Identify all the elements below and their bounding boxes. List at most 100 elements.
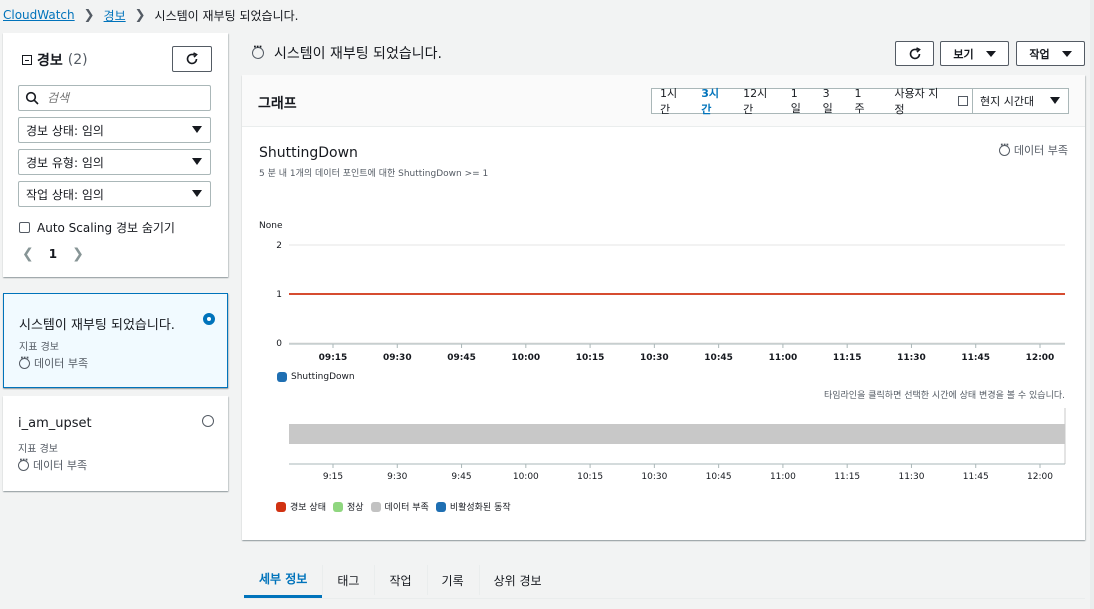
alarm-state-label: 데이터 부족 [33, 459, 88, 472]
insufficient-data-icon [19, 353, 30, 369]
series-legend[interactable]: ShuttingDown [277, 372, 355, 382]
timeline-tick-label: 10:15 [577, 472, 603, 482]
caret-down-icon [192, 190, 202, 197]
tab-details[interactable]: 세부 정보 [244, 562, 323, 598]
alarm-type: 지표 경보 [19, 342, 59, 353]
legend-alarm: 경보 상태 [276, 500, 326, 513]
page-title-text: 시스템이 재부팅 되었습니다. [274, 46, 442, 62]
x-tick-label: 11:30 [897, 353, 926, 363]
series-legend-label: ShuttingDown [291, 372, 355, 382]
status-legend: 경보 상태 정상 데이터 부족 비활성화된 동작 [276, 500, 518, 513]
legend-ok-label: 정상 [346, 503, 364, 513]
timeline-tick-label: 10:00 [513, 472, 539, 482]
legend-disabled-label: 비활성화된 동작 [449, 503, 511, 513]
x-tick-label: 09:30 [383, 353, 412, 363]
timeline-hint: 타임라인을 클릭하면 선택한 시간에 상태 변경을 볼 수 있습니다. [823, 391, 1065, 401]
refresh-button[interactable] [172, 46, 212, 72]
alarm-type-filter[interactable]: 경보 유형: 임의 [18, 149, 211, 175]
x-tick-label: 12:00 [1026, 353, 1055, 363]
breadcrumb-cloudwatch-link[interactable]: CloudWatch [3, 8, 75, 22]
alarm-filter-panel: 경보 (2) 경보 상태: 임의 경보 유형: 임의 작업 상태: 임의 Aut… [3, 33, 228, 277]
x-tick-label: 11:45 [961, 353, 990, 363]
action-state-filter-value: 작업 상태: 임의 [26, 187, 104, 202]
alarm-state-label: 데이터 부족 [34, 357, 89, 370]
chevron-left-icon[interactable]: ❮ [22, 246, 34, 262]
x-tick-label: 10:30 [640, 353, 669, 363]
alarm-name: i_am_upset [18, 416, 92, 431]
legend-ok: 정상 [332, 500, 364, 513]
search-icon [25, 91, 39, 105]
alarm-state: 데이터 부족 [19, 353, 89, 371]
pagination: ❮ 1 ❯ [22, 246, 84, 262]
page-scrollbar[interactable] [1090, 0, 1094, 609]
timeline-insufficient-band [289, 424, 1065, 444]
x-tick-label: 09:15 [319, 353, 348, 363]
timeline-tick-label: 10:45 [706, 472, 732, 482]
tab-actions[interactable]: 작업 [374, 562, 426, 598]
timeline-tick-label: 11:00 [770, 472, 796, 482]
detail-tabs: 세부 정보 태그 작업 기록 상위 경보 [244, 562, 1085, 599]
hide-autoscaling-checkbox[interactable]: Auto Scaling 경보 숨기기 [19, 219, 175, 236]
timeline-tick-label: 10:30 [641, 472, 667, 482]
refresh-button[interactable] [895, 41, 934, 66]
tab-history[interactable]: 기록 [426, 562, 479, 598]
caret-down-icon [985, 50, 996, 57]
timeline-tick-label: 11:15 [834, 472, 860, 482]
tab-tags[interactable]: 태그 [322, 562, 374, 598]
breadcrumb: CloudWatch ❯ 경보 ❯ 시스템이 재부팅 되었습니다. [0, 0, 1094, 30]
search-input[interactable] [47, 91, 197, 105]
legend-insufficient-label: 데이터 부족 [384, 503, 429, 513]
legend-disabled: 비활성화된 동작 [435, 500, 511, 513]
alarm-list-header[interactable]: 경보 (2) [22, 50, 88, 70]
alarm-state-filter[interactable]: 경보 상태: 임의 [18, 117, 211, 143]
timeline-tick-label: 9:45 [451, 472, 471, 482]
caret-down-icon [1061, 50, 1072, 57]
x-tick-label: 11:00 [769, 353, 798, 363]
breadcrumb-alarms-link[interactable]: 경보 [104, 7, 126, 24]
disabled-swatch [435, 501, 446, 512]
alarm-state-filter-value: 경보 상태: 임의 [26, 123, 104, 138]
metric-chart[interactable]: None 2 1 0 09:15 09:30 09:45 10:00 10:15 10:30 10:… [242, 75, 1085, 540]
alarm-name: 시스템이 재부팅 되었습니다. [19, 318, 175, 333]
page-title: 시스템이 재부팅 되었습니다. [252, 42, 442, 63]
view-label: 보기 [953, 47, 974, 61]
chevron-right-icon: ❯ [83, 7, 95, 23]
y-unit-label: None [259, 221, 283, 231]
view-dropdown-button[interactable]: 보기 [940, 41, 1009, 66]
x-tick-label: 10:45 [704, 353, 733, 363]
tab-parent-alarms[interactable]: 상위 경보 [478, 562, 557, 598]
alarm-radio-selected[interactable] [203, 313, 215, 325]
collapse-icon[interactable] [22, 55, 32, 65]
timeline-tick-label: 9:30 [387, 472, 407, 482]
actions-dropdown-button[interactable]: 작업 [1016, 41, 1085, 66]
series-swatch [277, 372, 287, 382]
page-number[interactable]: 1 [49, 247, 57, 261]
alarm-card-selected[interactable]: 시스템이 재부팅 되었습니다. 지표 경보 데이터 부족 [3, 293, 228, 388]
insufficient-data-icon [18, 455, 29, 471]
alarm-radio[interactable] [202, 415, 214, 427]
y-tick-label: 0 [276, 339, 282, 349]
x-tick-label: 10:00 [511, 353, 540, 363]
chevron-right-icon[interactable]: ❯ [72, 246, 84, 262]
timeline-tick-label: 9:15 [323, 472, 343, 482]
alarm-type-filter-value: 경보 유형: 임의 [26, 155, 104, 170]
alarm-type: 지표 경보 [18, 444, 58, 455]
chevron-right-icon: ❯ [134, 7, 146, 23]
insufficient-data-icon [252, 42, 264, 59]
timeline-tick-label: 12:00 [1027, 472, 1053, 482]
ok-swatch [332, 501, 343, 512]
timeline-tick-label: 11:45 [963, 472, 989, 482]
caret-down-icon [192, 126, 202, 133]
alarm-count: (2) [67, 52, 88, 68]
x-tick-label: 09:45 [447, 353, 476, 363]
y-tick-label: 2 [276, 241, 282, 251]
alarm-list-title: 경보 [37, 53, 63, 69]
x-tick-label: 10:15 [576, 353, 605, 363]
timeline-tick-label: 11:30 [898, 472, 924, 482]
alarm-state: 데이터 부족 [18, 455, 88, 473]
legend-insufficient: 데이터 부족 [370, 500, 429, 513]
alarm-search[interactable] [18, 85, 211, 111]
alarm-card[interactable]: i_am_upset 지표 경보 데이터 부족 [3, 396, 228, 491]
action-state-filter[interactable]: 작업 상태: 임의 [18, 181, 211, 207]
checkbox-icon[interactable] [19, 222, 30, 233]
